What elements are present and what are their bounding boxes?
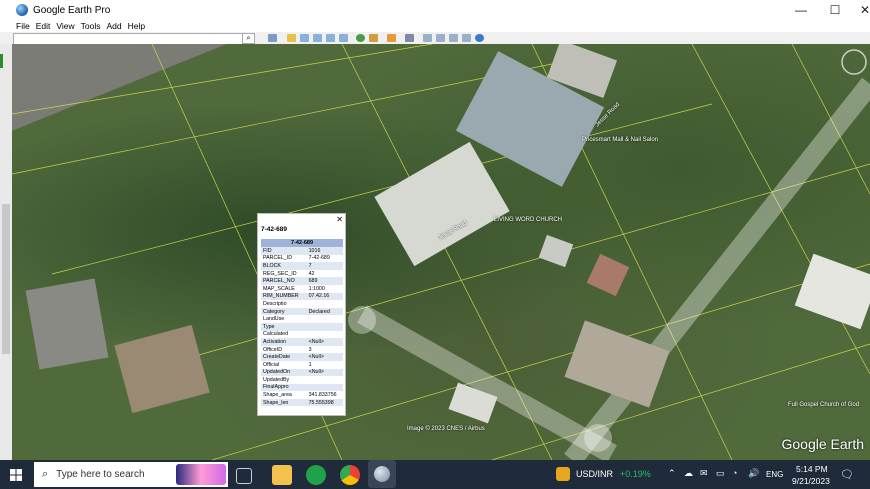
ticker-symbol[interactable]: USD/INR [576,469,613,479]
windows-start-icon[interactable] [6,465,26,485]
table-row: Calculated [263,331,289,338]
scrollbar[interactable] [2,204,10,354]
task-view-icon[interactable] [236,468,252,484]
search-icon[interactable]: ⌕ [242,33,255,44]
table-row: UpdatedBy [263,376,290,383]
place-label[interactable]: LIVING WORD CHURCH [494,217,562,223]
sunlight-icon[interactable] [369,34,378,42]
table-row: REG_SEC_ID 42 [263,270,315,277]
table-row: CreateDate <Null> [261,353,343,361]
building-roof [25,278,109,370]
table-row: UpdatedOn <Null> [261,368,343,377]
chevron-up-icon[interactable]: ⌃ [668,468,676,479]
table-row: Activation <Null> [261,338,343,346]
menu-view[interactable]: View [56,21,74,31]
close-icon[interactable]: ✕ [336,215,343,224]
notifications-icon[interactable]: 🗨 [840,468,854,481]
panel-marker [0,54,3,68]
search-icon: ⌕ [42,468,49,480]
search-highlight-image [176,464,226,485]
minimize-button[interactable]: — [786,0,816,20]
table-row: Shape_area 341.833756 [263,392,337,399]
polygon-icon[interactable] [300,34,309,42]
google-earth-icon [374,466,390,482]
parcel-info-balloon: ✕ 7-42-689 7-42-689 FID 1016 PARCEL_ID 7-4… [257,213,346,416]
table-row: LandUse [263,316,285,323]
volume-icon[interactable]: 🔊 [748,468,759,479]
menu-file[interactable]: File [16,21,30,31]
placemark-icon[interactable] [287,34,296,42]
save-image-icon[interactable] [449,34,458,42]
table-row: PARCEL_ID 7-42-689 [263,255,330,262]
table-row: Descriptio [263,300,287,307]
title-bar: Google Earth Pro — ☐ ✕ [0,0,870,20]
wifi-icon[interactable]: ◔ [732,468,737,478]
place-label[interactable]: Full Gospel Church of God [788,402,859,408]
window-title: Google Earth Pro [33,4,111,16]
attribute-table: 7-42-689 FID 1016 PARCEL_ID 7-42-689 BLOCK… [261,239,343,407]
print-icon[interactable] [436,34,445,42]
taskbar: ⌕ Type here to search USD/INR +0.19% ⌃ ☁… [0,460,870,489]
clock-date[interactable]: 9/21/2023 [792,476,830,486]
table-row: MAP_SCALE 1:1000 [263,285,325,292]
view-in-maps-icon[interactable] [462,34,471,42]
cloud-icon[interactable]: ☁ [684,468,693,479]
clock-time[interactable]: 5:14 PM [796,464,828,474]
google-earth-icon [16,4,28,16]
left-panel-edge [0,44,12,460]
menu-edit[interactable]: Edit [36,21,51,31]
sidebar-toggle-icon[interactable] [268,34,277,42]
place-label[interactable]: Pricesmart Mall & Nail Salon [582,137,658,143]
taskbar-search[interactable]: ⌕ Type here to search [34,462,228,487]
google-earth-logo: Google Earth [781,436,865,452]
table-row: RIM_NUMBER 07.42.16 [261,292,343,301]
email-icon[interactable] [423,34,432,42]
imagery-attribution: Image © 2023 CNES / Airbus [407,426,485,432]
planets-icon[interactable] [387,34,396,42]
chrome-icon[interactable] [340,465,360,485]
table-row: OfficeID 3 [263,346,312,353]
taskbar-search-placeholder: Type here to search [56,469,145,480]
table-row: BLOCK 7 [261,262,343,270]
menu-bar: File Edit View Tools Add Help [0,20,870,32]
table-row: Type [261,322,343,331]
map-view[interactable]: Jesse Road Jesse Road Pricesmart Mall & … [12,44,870,460]
table-row: FID 1016 [261,247,343,255]
menu-add[interactable]: Add [106,21,121,31]
historical-imagery-icon[interactable] [356,34,365,42]
table-header: 7-42-689 [261,239,343,247]
menu-help[interactable]: Help [128,21,145,31]
path-icon[interactable] [313,34,322,42]
close-button[interactable]: ✕ [850,0,870,20]
tour-icon[interactable] [339,34,348,42]
file-explorer-icon[interactable] [272,465,292,485]
table-row: Official 1 [263,361,312,368]
table-row: FinalAppro [261,383,343,392]
menu-tools[interactable]: Tools [81,21,101,31]
earth-icon[interactable] [475,34,484,42]
language-indicator[interactable]: ENG [766,470,783,479]
upwork-icon[interactable] [306,465,326,485]
table-row: Shape_len 75.555398 [261,398,343,407]
google-earth-taskbar-item[interactable] [368,460,396,488]
balloon-title: 7-42-689 [261,226,288,233]
overlay-icon[interactable] [326,34,335,42]
table-row: PARCEL_NO 689 [261,277,343,285]
ruler-icon[interactable] [405,34,414,42]
stock-widget-icon[interactable] [556,467,570,481]
table-row: Category Declared [261,307,343,316]
maximize-button[interactable]: ☐ [820,0,850,20]
battery-icon[interactable]: ▭ [716,468,725,479]
mail-icon[interactable]: ✉ [700,468,708,479]
ticker-change[interactable]: +0.19% [620,469,651,479]
